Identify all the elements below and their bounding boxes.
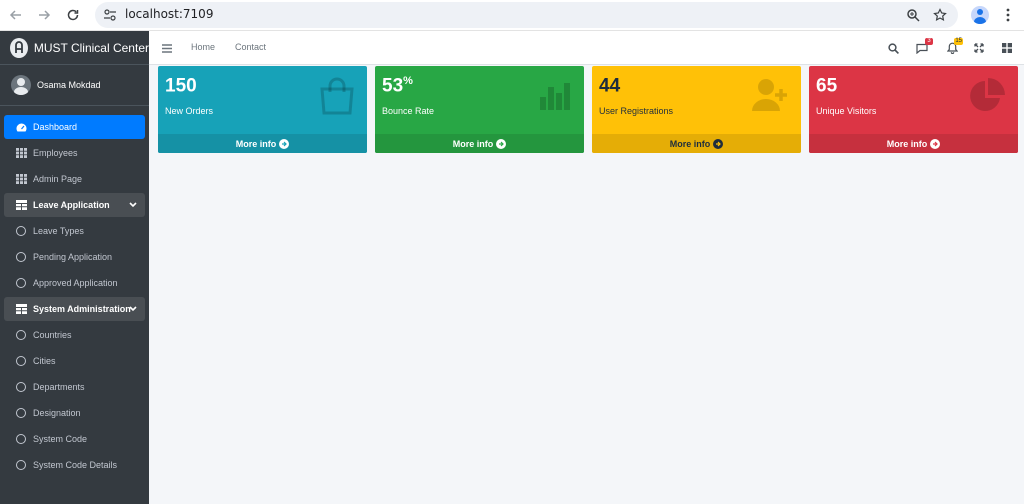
- search-icon[interactable]: [885, 40, 901, 56]
- sidebar-item-label: Departments: [33, 382, 85, 392]
- brand-logo-icon: [10, 37, 28, 58]
- more-info-link[interactable]: More info: [375, 134, 584, 153]
- sidebar-item-label: Leave Application: [33, 200, 110, 210]
- small-box-new-orders: 150 New Orders More info: [158, 66, 367, 153]
- more-info-link[interactable]: More info: [809, 134, 1018, 153]
- reload-icon[interactable]: [62, 4, 84, 26]
- browser-menu-icon[interactable]: [997, 4, 1019, 26]
- box-label: Bounce Rate: [382, 106, 435, 116]
- more-info-link[interactable]: More info: [158, 134, 367, 153]
- circle-icon: [15, 356, 27, 366]
- brand-text: MUST Clinical Center: [33, 40, 149, 55]
- profile-avatar-icon[interactable]: [969, 4, 991, 26]
- notifications-badge: 15: [954, 38, 963, 45]
- chevron-down-icon: [129, 304, 137, 314]
- sidebar-menu: Dashboard Employees Admin Page Leave Applic…: [0, 106, 149, 477]
- sidebar-item-designation[interactable]: Designation: [4, 401, 145, 425]
- address-bar[interactable]: localhost:7109: [95, 2, 958, 28]
- sidebar-item-label: Leave Types: [33, 226, 84, 236]
- sidebar-item-label: Admin Page: [33, 174, 83, 184]
- browser-toolbar: localhost:7109: [0, 0, 1024, 31]
- back-arrow-icon[interactable]: [5, 4, 27, 26]
- circle-icon: [15, 434, 27, 444]
- sidebar-item-departments[interactable]: Departments: [4, 375, 145, 399]
- grid-icon: [15, 174, 27, 184]
- box-value: 150: [165, 75, 197, 97]
- arrow-circle-right-icon: [930, 138, 941, 149]
- sidebar-item-label: System Code Details: [33, 460, 118, 470]
- sidebar-item-approved-application[interactable]: Approved Application: [4, 271, 145, 295]
- user-panel[interactable]: Osama Mokdad: [0, 65, 149, 106]
- fullscreen-icon[interactable]: [971, 40, 987, 56]
- pie-chart-icon: [968, 77, 1006, 120]
- sidebar-item-label: Countries: [33, 330, 72, 340]
- hamburger-menu-icon[interactable]: [159, 40, 175, 56]
- circle-icon: [15, 460, 27, 470]
- arrow-circle-right-icon: [713, 138, 724, 149]
- box-value: 44: [599, 75, 621, 97]
- sidebar-item-label: Employees: [33, 148, 78, 158]
- brand-link[interactable]: MUST Clinical Center: [0, 31, 149, 65]
- small-box-unique-visitors: 65 Unique Visitors More info: [809, 66, 1018, 153]
- bar-chart-icon: [538, 77, 572, 116]
- user-name: Osama Mokdad: [37, 80, 101, 90]
- bookmark-star-icon[interactable]: [929, 4, 951, 26]
- sidebar-item-countries[interactable]: Countries: [4, 323, 145, 347]
- grid-icon: [15, 148, 27, 158]
- sidebar-item-dashboard[interactable]: Dashboard: [4, 115, 145, 139]
- circle-icon: [15, 252, 27, 262]
- sidebar-item-label: Dashboard: [33, 122, 78, 132]
- main-header: Home Contact 3 15: [149, 31, 1024, 65]
- circle-icon: [15, 226, 27, 236]
- box-label: New Orders: [165, 106, 214, 116]
- notifications-bell-icon[interactable]: 15: [944, 38, 963, 56]
- chevron-down-icon: [129, 200, 137, 210]
- small-box-user-registrations: 44 User Registrations More info: [592, 66, 801, 153]
- sidebar-item-label: Cities: [33, 356, 56, 366]
- avatar: [11, 75, 31, 95]
- site-settings-icon[interactable]: [103, 8, 117, 27]
- small-box-bounce-rate: 53% Bounce Rate More info: [375, 66, 584, 153]
- circle-icon: [15, 330, 27, 340]
- messages-badge: 3: [925, 38, 933, 45]
- box-label: Unique Visitors: [816, 106, 877, 116]
- box-value: 65: [816, 75, 838, 97]
- main-sidebar: MUST Clinical Center Osama Mokdad Dashbo…: [0, 31, 149, 504]
- forward-arrow-icon[interactable]: [33, 4, 55, 26]
- user-plus-icon: [751, 77, 789, 118]
- sidebar-item-label: Pending Application: [33, 252, 113, 262]
- messages-icon[interactable]: 3: [914, 38, 933, 56]
- sidebar-item-label: Approved Application: [33, 278, 118, 288]
- nav-link-contact[interactable]: Contact: [235, 42, 266, 52]
- sidebar-item-leave-types[interactable]: Leave Types: [4, 219, 145, 243]
- sidebar-item-label: System Code: [33, 434, 88, 444]
- sidebar-item-pending-application[interactable]: Pending Application: [4, 245, 145, 269]
- url-text: localhost:7109: [125, 7, 214, 21]
- sidebar-item-label: System Administration: [33, 304, 131, 314]
- sidebar-item-admin-page[interactable]: Admin Page: [4, 167, 145, 191]
- table-icon: [15, 200, 27, 210]
- more-info-link[interactable]: More info: [592, 134, 801, 153]
- zoom-icon[interactable]: [902, 4, 924, 26]
- tachometer-icon: [15, 123, 27, 132]
- arrow-circle-right-icon: [279, 138, 290, 149]
- sidebar-item-system-code[interactable]: System Code: [4, 427, 145, 451]
- shopping-bag-icon: [319, 77, 355, 120]
- sidebar-item-cities[interactable]: Cities: [4, 349, 145, 373]
- box-label: User Registrations: [599, 106, 674, 116]
- arrow-circle-right-icon: [496, 138, 507, 149]
- sidebar-item-label: Designation: [33, 408, 81, 418]
- sidebar-item-system-administration[interactable]: System Administration: [4, 297, 145, 321]
- circle-icon: [15, 382, 27, 392]
- table-icon: [15, 304, 27, 314]
- box-value: 53%: [382, 75, 413, 97]
- nav-link-home[interactable]: Home: [191, 42, 215, 52]
- sidebar-item-leave-application[interactable]: Leave Application: [4, 193, 145, 217]
- sidebar-item-employees[interactable]: Employees: [4, 141, 145, 165]
- circle-icon: [15, 408, 27, 418]
- circle-icon: [15, 278, 27, 288]
- control-sidebar-grid-icon[interactable]: [999, 40, 1015, 56]
- sidebar-item-system-code-details[interactable]: System Code Details: [4, 453, 145, 477]
